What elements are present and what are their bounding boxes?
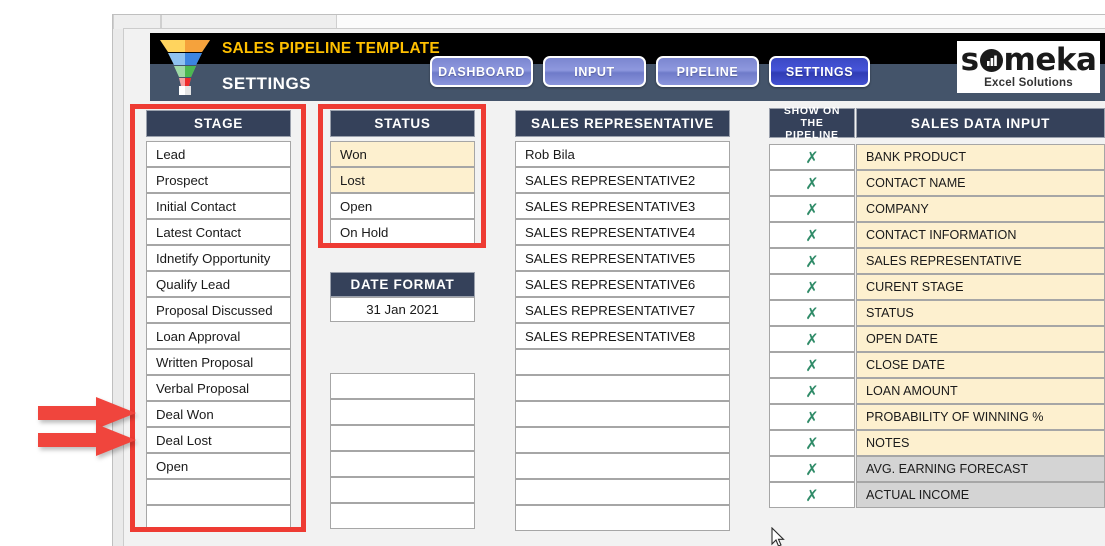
sales-representative-cell-12[interactable] [515, 453, 730, 479]
nav-button-input[interactable]: INPUT [543, 56, 646, 87]
sales-representative-header: SALES REPRESENTATIVE [515, 110, 730, 137]
sales-representative-cell-2[interactable]: SALES REPRESENTATIVE3 [515, 193, 730, 219]
stage-cell-3[interactable]: Latest Contact [146, 219, 291, 245]
date-format-value[interactable]: 31 Jan 2021 [330, 297, 475, 322]
show-on-pipeline-cell-4[interactable]: ✗ [769, 248, 855, 274]
sales-representative-cell-11[interactable] [515, 427, 730, 453]
stage-cell-8[interactable]: Written Proposal [146, 349, 291, 375]
sales-representative-cell-7[interactable]: SALES REPRESENTATIVE8 [515, 323, 730, 349]
sales-data-input-cell-10[interactable]: PROBABILITY OF WINNING % [856, 404, 1105, 430]
sales-data-input-cell-3[interactable]: CONTACT INFORMATION [856, 222, 1105, 248]
sales-representative-cell-4[interactable]: SALES REPRESENTATIVE5 [515, 245, 730, 271]
stage-header: STAGE [146, 110, 291, 137]
sales-data-input-cell-1[interactable]: CONTACT NAME [856, 170, 1105, 196]
app-root: SALES PIPELINE TEMPLATE SETTINGS DASHBOA… [0, 0, 1105, 546]
show-on-pipeline-cell-7[interactable]: ✗ [769, 326, 855, 352]
stage-cell-6[interactable]: Proposal Discussed [146, 297, 291, 323]
brand-name-part-1: s [960, 42, 979, 78]
show-on-pipeline-cell-6[interactable]: ✗ [769, 300, 855, 326]
show-on-pipeline-cell-13[interactable]: ✗ [769, 482, 855, 508]
extra-box-cell-0[interactable] [330, 373, 475, 399]
window-tab-strip [113, 15, 1105, 29]
sales-data-input-cell-13[interactable]: ACTUAL INCOME [856, 482, 1105, 508]
extra-box-cell-4[interactable] [330, 477, 475, 503]
sales-data-input-cell-11[interactable]: NOTES [856, 430, 1105, 456]
sales-data-input-cell-6[interactable]: STATUS [856, 300, 1105, 326]
page-subtitle: SETTINGS [222, 74, 312, 93]
extra-box-cell-2[interactable] [330, 425, 475, 451]
show-on-pipeline-cell-9[interactable]: ✗ [769, 378, 855, 404]
brand-name: s meka [961, 45, 1097, 76]
sales-data-input-cell-8[interactable]: CLOSE DATE [856, 352, 1105, 378]
sales-data-input-cell-5[interactable]: CURENT STAGE [856, 274, 1105, 300]
stage-cell-2[interactable]: Initial Contact [146, 193, 291, 219]
bar-chart-icon [979, 49, 1003, 72]
funnel-icon [160, 40, 210, 95]
annotation-arrow-deal-lost [38, 424, 136, 456]
date-format-header: DATE FORMAT [330, 272, 475, 297]
stage-cell-9[interactable]: Verbal Proposal [146, 375, 291, 401]
sales-representative-cell-9[interactable] [515, 375, 730, 401]
show-on-pipeline-cell-1[interactable]: ✗ [769, 170, 855, 196]
sales-data-input-header: SALES DATA INPUT [856, 108, 1105, 138]
show-on-pipeline-cell-11[interactable]: ✗ [769, 430, 855, 456]
stage-cell-12[interactable]: Open [146, 453, 291, 479]
sales-data-input-cell-2[interactable]: COMPANY [856, 196, 1105, 222]
extra-box-cell-5[interactable] [330, 503, 475, 529]
show-on-pipeline-cell-2[interactable]: ✗ [769, 196, 855, 222]
extra-box-cell-1[interactable] [330, 399, 475, 425]
sales-data-input-cell-12[interactable]: AVG. EARNING FORECAST [856, 456, 1105, 482]
brand-name-part-2: meka [1003, 42, 1097, 78]
status-cell-1[interactable]: Lost [330, 167, 475, 193]
sales-data-input-cell-9[interactable]: LOAN AMOUNT [856, 378, 1105, 404]
sales-representative-cell-6[interactable]: SALES REPRESENTATIVE7 [515, 297, 730, 323]
sales-representative-cell-8[interactable] [515, 349, 730, 375]
sales-data-input-cell-4[interactable]: SALES REPRESENTATIVE [856, 248, 1105, 274]
sales-representative-cell-14[interactable] [515, 505, 730, 531]
sales-data-input-cell-7[interactable]: OPEN DATE [856, 326, 1105, 352]
nav-button-pipeline[interactable]: PIPELINE [656, 56, 759, 87]
nav-button-dashboard[interactable]: DASHBOARD [430, 56, 533, 87]
stage-cell-11[interactable]: Deal Lost [146, 427, 291, 453]
stage-cell-7[interactable]: Loan Approval [146, 323, 291, 349]
status-cell-2[interactable]: Open [330, 193, 475, 219]
window-tab-2[interactable] [161, 15, 337, 29]
page-title: SALES PIPELINE TEMPLATE [222, 40, 440, 57]
stage-cell-4[interactable]: Idnetify Opportunity [146, 245, 291, 271]
show-on-pipeline-header: SHOW ON THE PIPELINE [769, 105, 855, 141]
sales-representative-cell-13[interactable] [515, 479, 730, 505]
show-on-pipeline-cell-12[interactable]: ✗ [769, 456, 855, 482]
nav-button-settings[interactable]: SETTINGS [769, 56, 870, 87]
sales-representative-cell-5[interactable]: SALES REPRESENTATIVE6 [515, 271, 730, 297]
sales-representative-cell-1[interactable]: SALES REPRESENTATIVE2 [515, 167, 730, 193]
brand-logo: s meka Excel Solutions [957, 41, 1100, 93]
sales-representative-cell-10[interactable] [515, 401, 730, 427]
stage-cell-10[interactable]: Deal Won [146, 401, 291, 427]
stage-cell-0[interactable]: Lead [146, 141, 291, 167]
stage-cell-1[interactable]: Prospect [146, 167, 291, 193]
show-on-pipeline-cell-0[interactable]: ✗ [769, 144, 855, 170]
extra-box-cell-3[interactable] [330, 451, 475, 477]
status-header: STATUS [330, 110, 475, 137]
status-cell-0[interactable]: Won [330, 141, 475, 167]
status-cell-3[interactable]: On Hold [330, 219, 475, 245]
sales-representative-cell-3[interactable]: SALES REPRESENTATIVE4 [515, 219, 730, 245]
sales-data-input-cell-0[interactable]: BANK PRODUCT [856, 144, 1105, 170]
brand-tagline: Excel Solutions [984, 77, 1073, 89]
show-on-pipeline-cell-3[interactable]: ✗ [769, 222, 855, 248]
sales-representative-cell-0[interactable]: Rob Bila [515, 141, 730, 167]
show-on-pipeline-cell-8[interactable]: ✗ [769, 352, 855, 378]
stage-cell-5[interactable]: Qualify Lead [146, 271, 291, 297]
show-on-pipeline-cell-10[interactable]: ✗ [769, 404, 855, 430]
stage-cell-13[interactable] [146, 479, 291, 505]
show-on-pipeline-cell-5[interactable]: ✗ [769, 274, 855, 300]
mouse-cursor [771, 527, 785, 546]
window-tab-1[interactable] [113, 15, 161, 29]
stage-cell-14[interactable] [146, 505, 291, 531]
